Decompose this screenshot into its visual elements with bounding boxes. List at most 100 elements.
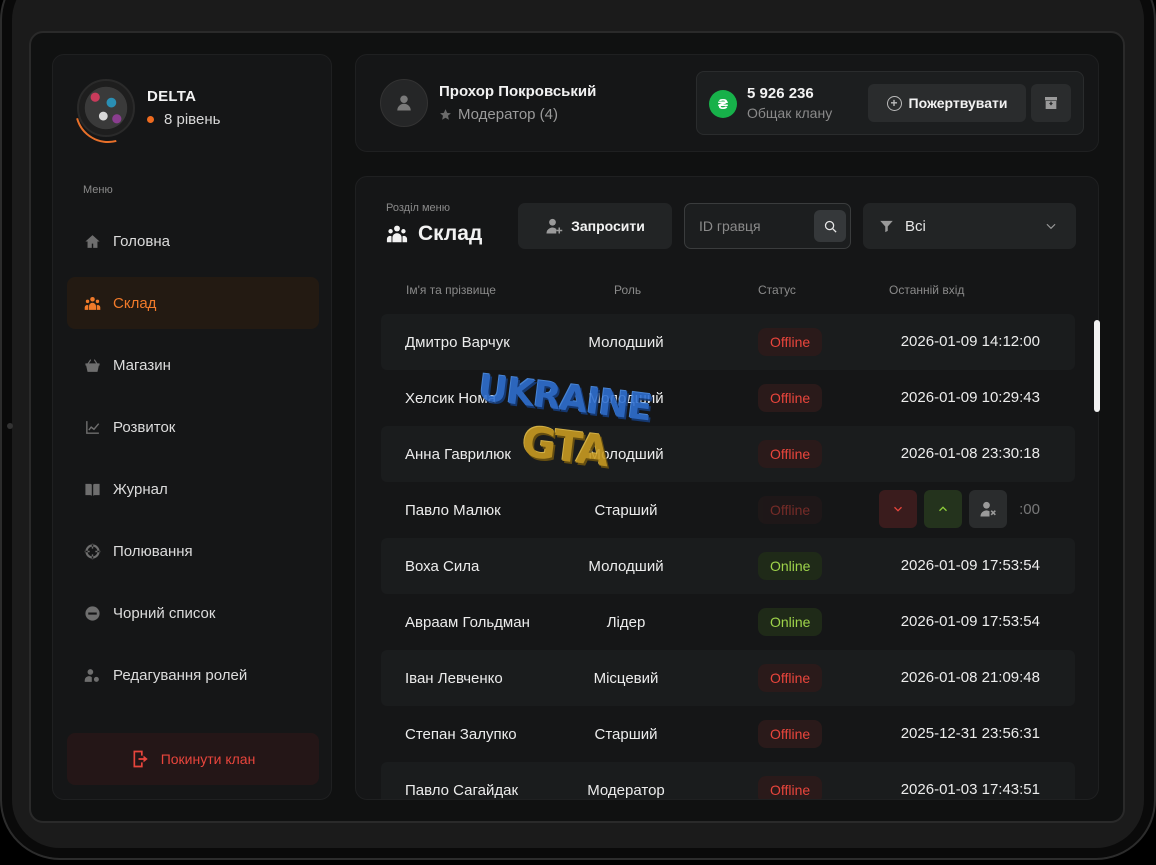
- member-name: Павло Сагайдак: [405, 782, 519, 799]
- level-dot-icon: [147, 116, 154, 123]
- members-table: Дмитро Варчук Молодший Offline 2026-01-0…: [381, 314, 1075, 799]
- menu-label: Меню: [83, 184, 113, 196]
- sidebar-item-hunting[interactable]: Полювання: [67, 525, 319, 577]
- search-icon: [824, 220, 837, 233]
- users-icon: [83, 294, 101, 312]
- archive-icon: [1045, 97, 1057, 109]
- camera-dot: [7, 423, 13, 429]
- status-badge: Online: [758, 608, 823, 636]
- member-role: Місцевий: [593, 670, 659, 687]
- sidebar-item-warehouse[interactable]: Склад: [67, 277, 319, 329]
- status-badge: Offline: [758, 496, 823, 524]
- member-name: Анна Гаврилюк: [405, 446, 511, 463]
- user-block: Прохор Покровський Модератор (4): [380, 79, 596, 127]
- donate-button[interactable]: + Пожертвувати: [868, 84, 1026, 122]
- last-login: 2026-01-03 17:43:51: [900, 781, 1040, 798]
- demote-button[interactable]: [879, 490, 917, 528]
- chart-icon: [83, 418, 101, 436]
- users-icon: [386, 225, 408, 243]
- user-gear-icon: [83, 666, 101, 684]
- sidebar-menu: Головна Склад Магазин Розвиток Журнал По…: [67, 215, 319, 711]
- column-header-role: Роль: [614, 283, 642, 297]
- kick-member-button[interactable]: [969, 490, 1007, 528]
- member-role: Молодший: [588, 446, 664, 463]
- table-row[interactable]: Павло Сагайдак Модератор Offline 2026-01…: [381, 762, 1075, 799]
- row-actions: [879, 490, 1007, 528]
- table-row[interactable]: Анна Гаврилюк Молодший Offline 2026-01-0…: [381, 426, 1075, 482]
- invite-button[interactable]: Запросити: [518, 203, 672, 249]
- leave-clan-button[interactable]: Покинути клан: [67, 733, 319, 785]
- sidebar-item-label: Чорний список: [113, 604, 216, 622]
- sidebar-item-home[interactable]: Головна: [67, 215, 319, 267]
- sidebar-item-edit-roles[interactable]: Редагування ролей: [67, 649, 319, 701]
- member-role: Молодший: [588, 334, 664, 351]
- member-role: Молодший: [588, 390, 664, 407]
- last-login: 2026-01-09 14:12:00: [900, 333, 1040, 350]
- members-panel: Розділ меню Склад Запросити Всі Ім'я та …: [355, 176, 1099, 800]
- last-login: 2026-01-09 17:53:54: [900, 557, 1040, 574]
- last-login: 2026-01-09 17:53:54: [900, 613, 1040, 630]
- sidebar: DELTA 8 рівень Меню Головна Склад Магази…: [52, 54, 332, 800]
- clan-name: DELTA: [147, 88, 197, 105]
- table-header: Ім'я та прізвище Роль Статус Останній вх…: [381, 283, 1081, 299]
- status-badge: Offline: [758, 664, 823, 692]
- scrollbar-thumb[interactable]: [1094, 320, 1100, 412]
- status-badge: Offline: [758, 776, 823, 799]
- bank-history-button[interactable]: [1031, 84, 1071, 122]
- table-row[interactable]: Хелсик Нома Молодший Offline 2026-01-09 …: [381, 370, 1075, 426]
- sidebar-item-label: Головна: [113, 232, 170, 250]
- sidebar-item-label: Журнал: [113, 480, 168, 498]
- sidebar-item-label: Полювання: [113, 542, 193, 560]
- clan-level-text: 8 рівень: [164, 111, 221, 128]
- status-badge: Offline: [758, 384, 823, 412]
- sidebar-item-label: Магазин: [113, 356, 171, 374]
- bank-amount: 5 926 236: [747, 85, 814, 102]
- table-row[interactable]: Степан Залупко Старший Offline 2025-12-3…: [381, 706, 1075, 762]
- plus-circle-icon: +: [886, 95, 902, 111]
- status-badge: Online: [758, 552, 823, 580]
- member-role: Старший: [594, 726, 658, 743]
- table-row[interactable]: Павло Малюк Старший Offline :00: [381, 482, 1075, 538]
- table-row[interactable]: Іван Левченко Місцевий Offline 2026-01-0…: [381, 650, 1075, 706]
- page-title-text: Склад: [418, 222, 483, 245]
- filter-value: Всі: [905, 217, 926, 235]
- sidebar-item-development[interactable]: Розвиток: [67, 401, 319, 453]
- table-row[interactable]: Дмитро Варчук Молодший Offline 2026-01-0…: [381, 314, 1075, 370]
- member-name: Степан Залупко: [405, 726, 517, 743]
- column-header-last-login: Останній вхід: [889, 283, 965, 297]
- table-row[interactable]: Авраам Гольдман Лідер Online 2026-01-09 …: [381, 594, 1075, 650]
- last-login: :00: [1019, 501, 1040, 518]
- clan-bank: ₴ 5 926 236 Общак клану + Пожертвувати: [696, 71, 1084, 135]
- search-input[interactable]: [685, 218, 809, 234]
- search-button[interactable]: [814, 210, 846, 242]
- table-row[interactable]: Воха Сила Молодший Online 2026-01-09 17:…: [381, 538, 1075, 594]
- clan-level: 8 рівень: [147, 111, 220, 128]
- hryvnia-icon: ₴: [709, 90, 737, 118]
- star-icon: [440, 109, 451, 120]
- status-filter-select[interactable]: Всі: [863, 203, 1076, 249]
- sidebar-item-journal[interactable]: Журнал: [67, 463, 319, 515]
- member-name: Іван Левченко: [405, 670, 503, 687]
- user-role: Модератор (4): [439, 106, 596, 123]
- column-header-status: Статус: [758, 283, 796, 297]
- user-remove-icon: [980, 501, 996, 517]
- sidebar-item-shop[interactable]: Магазин: [67, 339, 319, 391]
- last-login: 2026-01-08 21:09:48: [900, 669, 1040, 686]
- chevron-down-icon: [1046, 223, 1056, 230]
- block-icon: [83, 604, 101, 622]
- status-badge: Offline: [758, 720, 823, 748]
- avatar: [380, 79, 428, 127]
- status-badge: Offline: [758, 440, 823, 468]
- status-badge: Offline: [758, 328, 823, 356]
- home-icon: [83, 232, 101, 250]
- member-name: Авраам Гольдман: [405, 614, 530, 631]
- leave-clan-label: Покинути клан: [160, 751, 256, 767]
- chevron-up-icon: [939, 506, 947, 512]
- sidebar-item-label: Розвиток: [113, 418, 176, 436]
- promote-button[interactable]: [924, 490, 962, 528]
- member-name: Павло Малюк: [405, 502, 501, 519]
- last-login: 2026-01-08 23:30:18: [900, 445, 1040, 462]
- sidebar-item-blacklist[interactable]: Чорний список: [67, 587, 319, 639]
- clan-header: DELTA 8 рівень: [77, 79, 220, 137]
- user-plus-icon: [546, 218, 563, 234]
